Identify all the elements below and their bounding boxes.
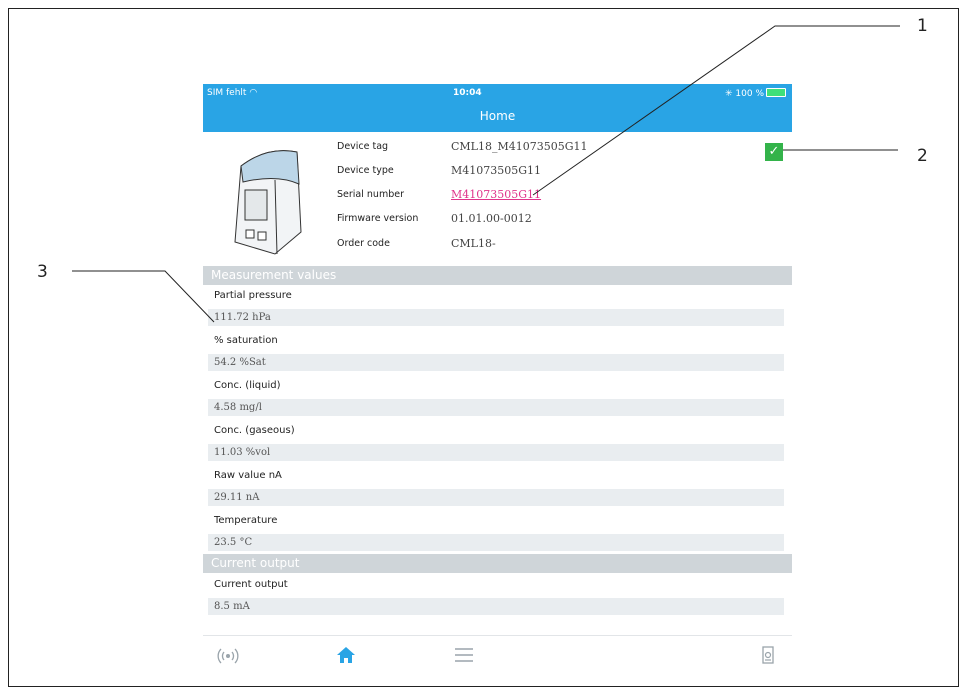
callout-2: 2 (917, 146, 928, 166)
callout-line-3 (72, 270, 215, 323)
callout-line-1 (532, 25, 900, 196)
callout-lines (72, 25, 900, 323)
callout-3: 3 (37, 262, 48, 282)
callout-1: 1 (917, 16, 928, 36)
